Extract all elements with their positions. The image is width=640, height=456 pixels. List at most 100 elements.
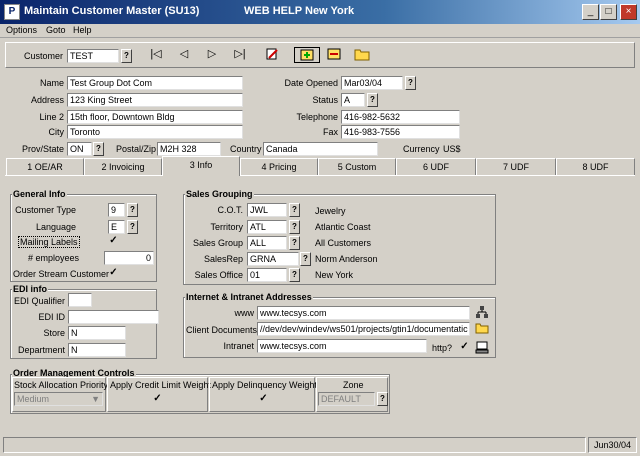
date-lookup-button[interactable]: ? <box>405 76 416 90</box>
customer-type-input[interactable]: 9 <box>108 203 125 217</box>
www-input[interactable]: www.tecsys.com <box>257 306 470 320</box>
cot-lookup-button[interactable]: ? <box>289 203 300 217</box>
edit-icon[interactable] <box>264 47 280 63</box>
stock-allocation-select[interactable]: Medium ▼ <box>14 392 103 406</box>
intranet-label: Intranet <box>223 341 254 351</box>
client-documents-input[interactable]: //dev/dev/windev/ws501/projects/gtin1/do… <box>257 322 470 336</box>
delete-record-icon[interactable] <box>326 47 342 63</box>
menu-goto[interactable]: Goto <box>46 25 66 35</box>
country-label: Country <box>230 144 262 154</box>
salesrep-lookup-button[interactable]: ? <box>300 252 311 266</box>
address-label: Address <box>30 95 64 105</box>
sales-office-lookup-button[interactable]: ? <box>289 268 300 282</box>
store-label: Store <box>43 328 65 338</box>
minimize-button[interactable]: _ <box>582 4 599 20</box>
language-input[interactable]: E <box>108 220 125 234</box>
intranet-input[interactable]: www.tecsys.com <box>257 339 427 353</box>
customer-label: Customer <box>24 51 64 61</box>
store-input[interactable]: N <box>68 326 126 340</box>
customer-input[interactable]: TEST <box>67 49 119 63</box>
close-button[interactable]: × <box>620 4 637 20</box>
status-label: Status <box>312 95 338 105</box>
fax-input[interactable]: 416-983-7556 <box>341 125 460 139</box>
city-label: City <box>48 127 65 137</box>
edi-id-label: EDI ID <box>38 312 65 322</box>
menu-bar: Options Goto Help <box>0 24 640 38</box>
postal-input[interactable]: M2H 328 <box>157 142 221 156</box>
sales-office-input[interactable]: 01 <box>247 268 287 282</box>
currency-label: Currency <box>403 144 440 154</box>
territory-input[interactable]: ATL <box>247 220 287 234</box>
zone-lookup-button[interactable]: ? <box>377 392 388 406</box>
client-documents-label: Client Documents <box>186 325 258 335</box>
internet-title: Internet & Intranet Addresses <box>185 292 313 302</box>
first-record-icon[interactable]: |◁ <box>148 47 164 63</box>
http-checkbox[interactable]: ✓ <box>459 342 470 353</box>
delinquency-checkbox[interactable]: ✓ <box>258 394 269 405</box>
cot-input[interactable]: JWL <box>247 203 287 217</box>
status-input[interactable]: A <box>341 93 365 107</box>
last-record-icon[interactable]: ▷| <box>232 47 248 63</box>
previous-record-icon[interactable]: ◁ <box>176 47 192 63</box>
prov-input[interactable]: ON <box>67 142 92 156</box>
zone-input[interactable]: DEFAULT <box>318 392 375 406</box>
sales-grouping-title: Sales Grouping <box>185 189 254 199</box>
status-lookup-button[interactable]: ? <box>367 93 378 107</box>
open-folder-icon[interactable] <box>475 321 489 335</box>
tab-invoicing[interactable]: 2 Invoicing <box>84 158 162 175</box>
order-stream-checkbox[interactable]: ✓ <box>108 268 119 279</box>
computer-icon[interactable] <box>475 340 489 354</box>
tab-udf-7[interactable]: 7 UDF <box>476 158 556 175</box>
cot-description: Jewelry <box>315 206 346 216</box>
language-lookup-button[interactable]: ? <box>127 220 138 234</box>
stock-allocation-value: Medium <box>17 394 50 404</box>
sales-group-lookup-button[interactable]: ? <box>289 236 300 250</box>
line2-input[interactable]: 15th floor, Downtown Bldg <box>67 110 243 124</box>
chevron-down-icon: ▼ <box>91 394 100 404</box>
order-stream-label: Order Stream Customer <box>13 269 110 279</box>
territory-description: Atlantic Coast <box>315 222 371 232</box>
menu-options[interactable]: Options <box>6 25 37 35</box>
prov-lookup-button[interactable]: ? <box>93 142 104 156</box>
next-record-icon[interactable]: ▷ <box>204 47 220 63</box>
tab-info[interactable]: 3 Info <box>162 156 240 176</box>
sales-group-input[interactable]: ALL <box>247 236 287 250</box>
employees-label: # employees <box>28 253 80 263</box>
customer-type-lookup-button[interactable]: ? <box>127 203 138 217</box>
postal-label: Postal/Zip <box>116 144 157 154</box>
line2-label: Line 2 <box>39 112 64 122</box>
salesrep-input[interactable]: GRNA <box>247 252 299 266</box>
mailing-labels-checkbox[interactable]: ✓ <box>108 236 119 247</box>
tab-oe-ar[interactable]: 1 OE/AR <box>6 158 84 175</box>
country-input[interactable]: Canada <box>263 142 378 156</box>
network-icon[interactable] <box>475 305 489 319</box>
maximize-button[interactable]: □ <box>600 4 617 20</box>
location-label: New York <box>305 5 355 17</box>
add-record-icon[interactable] <box>294 47 320 63</box>
status-bar-main <box>3 437 586 453</box>
fax-label: Fax <box>322 127 338 137</box>
web-help-link[interactable]: WEB HELP <box>244 5 302 17</box>
credit-limit-checkbox[interactable]: ✓ <box>152 394 163 405</box>
currency-value: US$ <box>443 144 461 154</box>
edi-qualifier-input[interactable] <box>68 293 92 307</box>
employees-input[interactable]: 0 <box>104 251 154 265</box>
name-input[interactable]: Test Group Dot Com <box>67 76 243 90</box>
zone-label: Zone <box>343 380 364 390</box>
tab-udf-8[interactable]: 8 UDF <box>556 158 635 175</box>
salesrep-label: SalesRep <box>203 254 243 264</box>
folder-icon[interactable] <box>354 47 370 63</box>
tab-udf-6[interactable]: 6 UDF <box>396 158 476 175</box>
mailing-labels-label[interactable]: Mailing Labels <box>18 236 80 248</box>
tab-custom[interactable]: 5 Custom <box>318 158 396 175</box>
address-input[interactable]: 123 King Street <box>67 93 243 107</box>
tab-pricing[interactable]: 4 Pricing <box>240 158 318 175</box>
telephone-input[interactable]: 416-982-5632 <box>341 110 460 124</box>
date-opened-input[interactable]: Mar03/04 <box>341 76 403 90</box>
department-input[interactable]: N <box>68 343 126 357</box>
customer-lookup-button[interactable]: ? <box>121 49 132 63</box>
edi-id-input[interactable] <box>68 310 159 324</box>
city-input[interactable]: Toronto <box>67 125 243 139</box>
territory-lookup-button[interactable]: ? <box>289 220 300 234</box>
menu-help[interactable]: Help <box>73 25 92 35</box>
